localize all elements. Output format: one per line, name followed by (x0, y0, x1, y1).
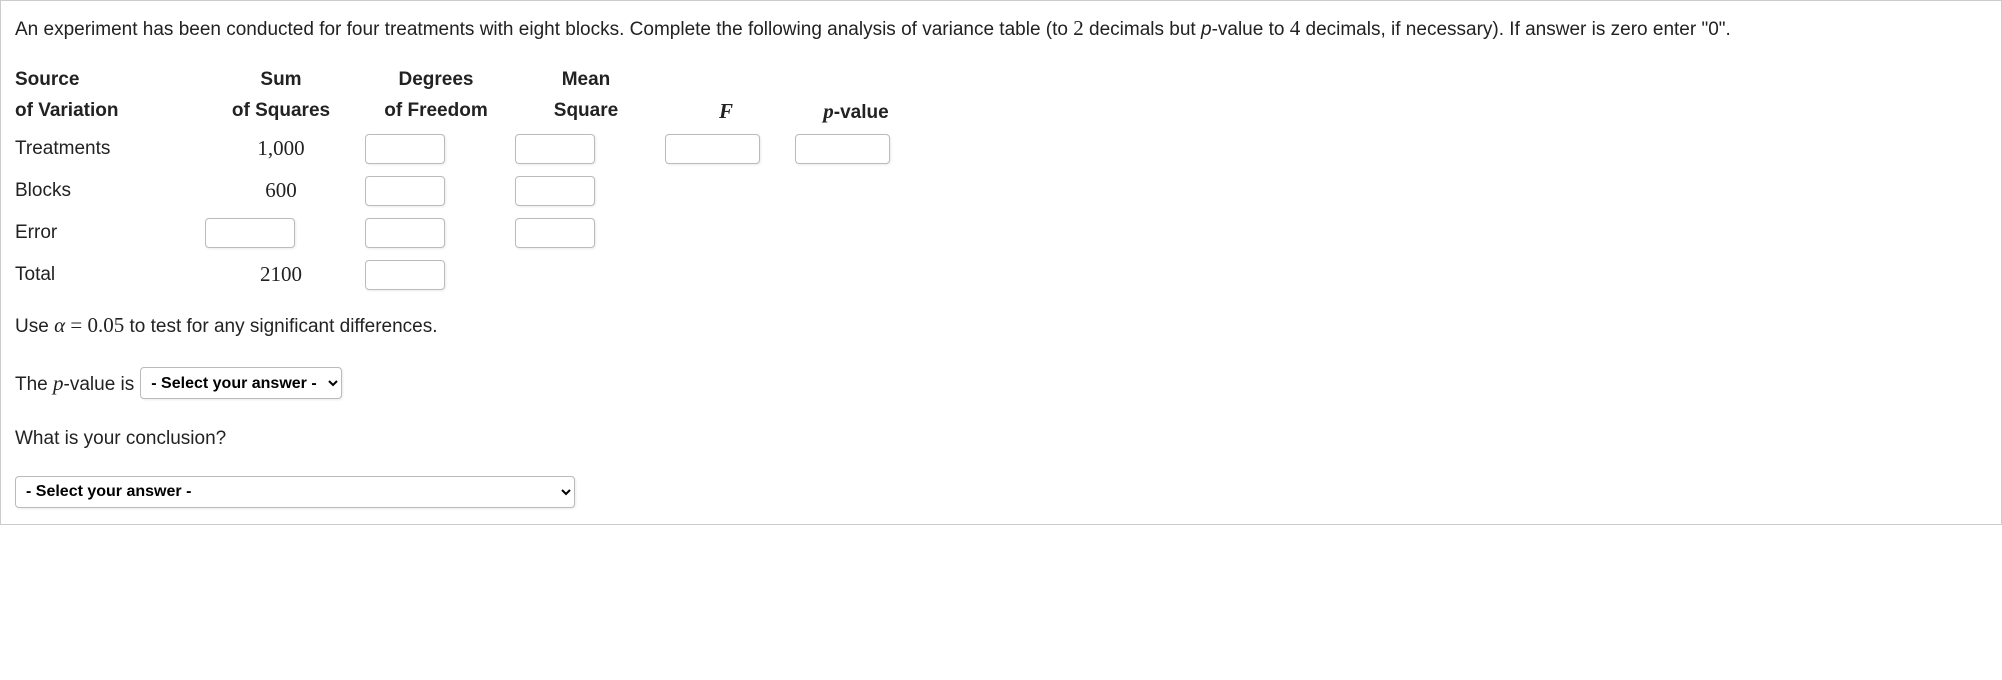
hdr-f: F (665, 95, 795, 128)
treat-ss-value: 1,000 (205, 128, 365, 170)
instr-text: -value to (1212, 19, 1290, 40)
alpha-instruction: Use α = 0.05 to test for any significant… (15, 300, 1987, 350)
pvalue-line: The p-value is - Select your answer - (15, 358, 1987, 408)
hdr-ss-1: Sum (205, 65, 365, 95)
instr-num2: 4 (1290, 16, 1301, 40)
error-ss-input[interactable] (205, 218, 295, 248)
treat-ms-input[interactable] (515, 134, 595, 164)
total-df-input[interactable] (365, 260, 445, 290)
hdr-df-2: of Freedom (365, 95, 515, 128)
hdr-df-1: Degrees (365, 65, 515, 95)
hdr-source-1: Source (15, 65, 205, 95)
treat-df-input[interactable] (365, 134, 445, 164)
error-ms-input[interactable] (515, 218, 595, 248)
treat-f-input[interactable] (665, 134, 760, 164)
instr-p: p (1201, 19, 1212, 40)
table-row-error: Error (15, 212, 925, 254)
table-row-blocks: Blocks 600 (15, 170, 925, 212)
anova-table: Source Sum Degrees Mean of Variation of … (15, 65, 925, 296)
hdr-ms-1: Mean (515, 65, 665, 95)
row-label: Total (15, 254, 205, 296)
hdr-source-2: of Variation (15, 95, 205, 128)
instr-text: decimals but (1084, 19, 1201, 40)
blocks-ms-input[interactable] (515, 176, 595, 206)
hdr-ss-2: of Squares (205, 95, 365, 128)
total-ss-value: 2100 (205, 254, 365, 296)
hdr-ms-2: Square (515, 95, 665, 128)
table-row-total: Total 2100 (15, 254, 925, 296)
instructions: An experiment has been conducted for fou… (15, 11, 1987, 47)
row-label: Error (15, 212, 205, 254)
hdr-pvalue: p-value (795, 95, 925, 128)
table-row-treatments: Treatments 1,000 (15, 128, 925, 170)
instr-num1: 2 (1073, 16, 1084, 40)
instr-text: decimals, if necessary). If answer is ze… (1300, 19, 1731, 40)
instr-text: An experiment has been conducted for fou… (15, 19, 1073, 40)
error-df-input[interactable] (365, 218, 445, 248)
treat-pvalue-input[interactable] (795, 134, 890, 164)
blocks-df-input[interactable] (365, 176, 445, 206)
conclusion-question: What is your conclusion? (15, 416, 1987, 462)
conclusion-select[interactable]: - Select your answer - (15, 476, 575, 508)
blocks-ss-value: 600 (205, 170, 365, 212)
row-label: Blocks (15, 170, 205, 212)
pvalue-select[interactable]: - Select your answer - (140, 367, 342, 399)
row-label: Treatments (15, 128, 205, 170)
